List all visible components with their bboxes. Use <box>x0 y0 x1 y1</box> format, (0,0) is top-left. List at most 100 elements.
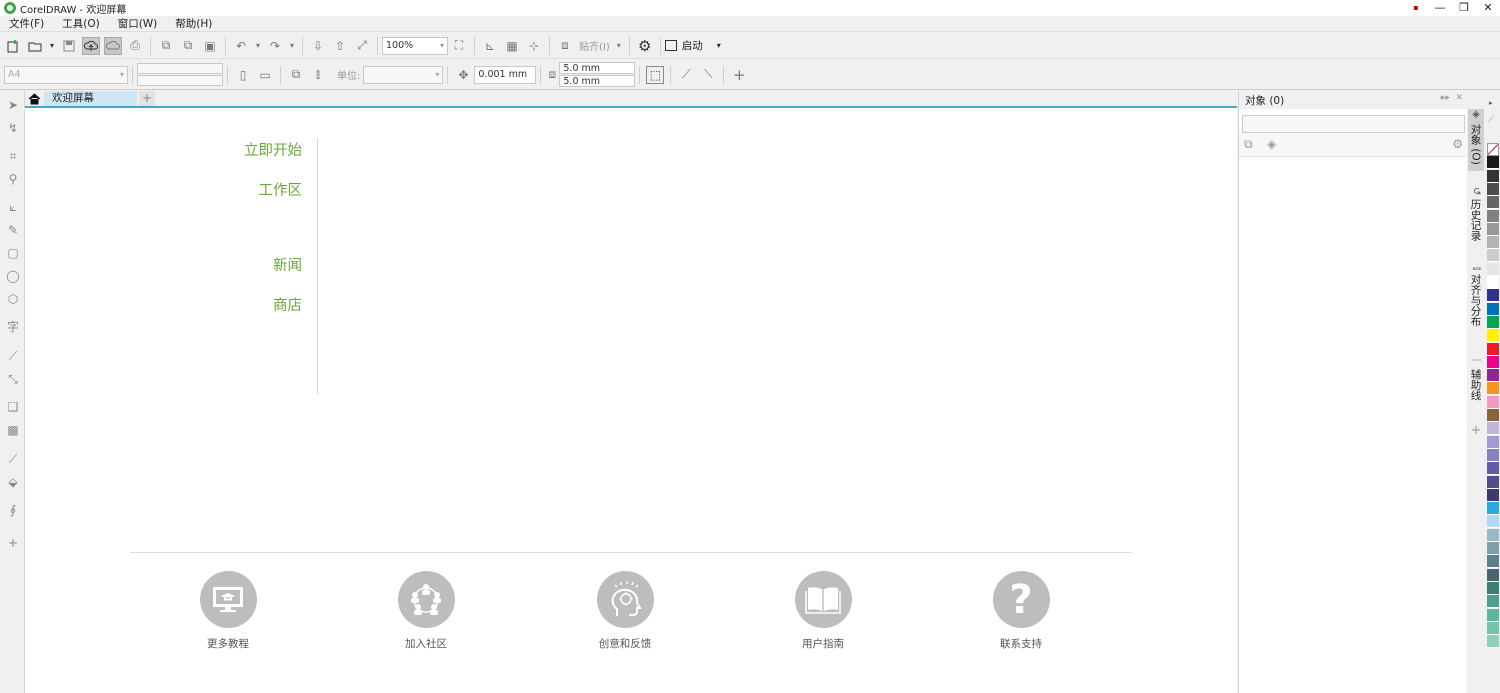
quick-link-support[interactable]: ? 联系支持 <box>961 571 1081 651</box>
color-swatch[interactable] <box>1487 621 1499 635</box>
artistic-media-icon[interactable]: ✎ <box>5 222 21 238</box>
dimension-tool-icon[interactable]: ⟋ <box>5 348 21 364</box>
paste-icon[interactable]: ▣ <box>201 37 219 55</box>
close-icon[interactable]: ✕ <box>1476 0 1500 16</box>
shadow-tool-icon[interactable]: ❑ <box>5 399 21 415</box>
gear-icon[interactable]: ⚙ <box>636 37 654 55</box>
print-icon[interactable]: ⎙ <box>126 37 144 55</box>
menu-tools[interactable]: 工具(O) <box>62 16 99 31</box>
new-layer-icon[interactable]: ⧉ <box>1244 137 1253 152</box>
grid-icon[interactable]: ▦ <box>503 37 521 55</box>
pick-tool-icon[interactable]: ➤ <box>5 97 21 113</box>
quick-link-user-guide[interactable]: 用户指南 <box>763 571 883 651</box>
nav-workspace[interactable]: 工作区 <box>259 179 303 200</box>
restore-icon[interactable]: ❐ <box>1452 0 1476 16</box>
add-docker-icon[interactable]: + <box>1468 423 1484 438</box>
color-swatch[interactable] <box>1487 315 1499 329</box>
tab-objects[interactable]: ◈ 对象 (O) <box>1468 109 1484 171</box>
new-tab-icon[interactable]: + <box>139 91 155 106</box>
export-icon[interactable]: ⇧ <box>331 37 349 55</box>
quick-link-tutorials[interactable]: 更多教程 <box>168 571 288 651</box>
color-swatch[interactable] <box>1487 435 1499 449</box>
color-swatch[interactable] <box>1487 222 1499 236</box>
treat-as-filled-icon[interactable]: ⟍ <box>699 66 717 84</box>
color-swatch[interactable] <box>1487 528 1499 542</box>
full-screen-icon[interactable]: ⛶ <box>450 37 468 55</box>
rulers-icon[interactable]: ⊾ <box>481 37 499 55</box>
launch-button[interactable]: 启动 ▾ <box>664 38 721 53</box>
color-swatch[interactable] <box>1487 502 1499 516</box>
add-tool-icon[interactable]: + <box>5 535 21 551</box>
tab-welcome-screen[interactable]: 欢迎屏幕 <box>44 91 137 106</box>
landscape-icon[interactable]: ▭ <box>256 66 274 84</box>
color-swatch[interactable] <box>1487 143 1499 156</box>
docker-controls[interactable]: ▸▸ ✕ <box>1441 93 1463 103</box>
color-swatch[interactable] <box>1487 302 1499 316</box>
color-swatch[interactable] <box>1487 475 1499 489</box>
color-swatch[interactable] <box>1487 249 1499 263</box>
tab-history[interactable]: ↺ 历史记录 <box>1468 187 1484 249</box>
all-pages-icon[interactable]: ⧉ <box>287 66 305 84</box>
connector-tool-icon[interactable]: ⤡ <box>5 371 21 387</box>
nudge-distance-field[interactable]: 0.001 mm <box>474 65 537 84</box>
color-swatch[interactable] <box>1487 635 1499 649</box>
tab-align-distribute[interactable]: ⫾ 对齐与分布 <box>1468 267 1484 341</box>
palette-scroll-up-icon[interactable]: ▸ <box>1489 99 1493 107</box>
color-swatch[interactable] <box>1487 395 1499 409</box>
color-swatch[interactable] <box>1487 169 1499 183</box>
color-swatch[interactable] <box>1487 209 1499 223</box>
nav-store[interactable]: 商店 <box>273 294 302 315</box>
color-swatch[interactable] <box>1487 382 1499 396</box>
quick-link-community[interactable]: 加入社区 <box>366 571 486 651</box>
menu-file[interactable]: 文件(F) <box>9 16 44 31</box>
guidelines-icon[interactable]: ⊹ <box>525 37 543 55</box>
color-swatch[interactable] <box>1487 289 1499 303</box>
home-icon[interactable] <box>25 91 43 106</box>
color-swatch[interactable] <box>1487 156 1499 170</box>
color-swatch[interactable] <box>1487 448 1499 462</box>
menu-window[interactable]: 窗口(W) <box>118 16 158 31</box>
new-document-icon[interactable] <box>4 37 22 55</box>
nav-news[interactable]: 新闻 <box>273 254 302 275</box>
color-swatch[interactable] <box>1487 276 1499 289</box>
quick-link-feedback[interactable]: 创意和反馈 <box>565 571 685 651</box>
color-swatch[interactable] <box>1487 422 1499 436</box>
cloud-share-icon[interactable] <box>104 36 122 55</box>
current-page-icon[interactable]: ⫾ <box>309 66 327 84</box>
redo-icon[interactable]: ↷ <box>266 37 284 55</box>
publish-icon[interactable]: ⤢ <box>353 37 371 55</box>
chevron-down-icon[interactable]: ▾ <box>48 37 56 55</box>
open-folder-icon[interactable] <box>26 37 44 55</box>
import-icon[interactable]: ⇩ <box>309 37 327 55</box>
units-select[interactable]: ▾ <box>363 65 444 84</box>
snap-to-label[interactable]: 贴齐(I) <box>579 38 610 53</box>
polygon-tool-icon[interactable]: ⬡ <box>5 291 21 307</box>
page-size-select[interactable]: A4 ▾ <box>4 65 128 84</box>
dup-x-field[interactable]: 5.0 mm <box>559 62 636 74</box>
treat-as-filled-icon[interactable]: ⟋ <box>677 66 695 84</box>
color-swatch[interactable] <box>1487 342 1499 356</box>
text-tool-icon[interactable]: 字 <box>5 319 21 335</box>
color-swatch[interactable] <box>1487 568 1499 582</box>
color-swatch[interactable] <box>1487 196 1499 210</box>
color-swatch[interactable] <box>1487 515 1499 529</box>
layers-icon[interactable]: ◈ <box>1267 137 1276 151</box>
shape-tool-icon[interactable]: ↯ <box>5 120 21 136</box>
color-swatch[interactable] <box>1487 409 1499 422</box>
color-swatch[interactable] <box>1487 581 1499 595</box>
fill-tool-icon[interactable]: ⬙ <box>5 474 21 490</box>
page-height-field[interactable] <box>137 75 223 86</box>
cut-icon[interactable]: ⧉ <box>157 37 175 55</box>
menu-help[interactable]: 帮助(H) <box>175 16 212 31</box>
chevron-down-icon[interactable]: ▾ <box>288 37 296 55</box>
color-swatch[interactable] <box>1487 608 1499 622</box>
chevron-down-icon[interactable]: ▾ <box>615 37 623 55</box>
color-swatch[interactable] <box>1487 329 1499 343</box>
transparency-tool-icon[interactable]: ▩ <box>5 422 21 438</box>
minimize-icon[interactable]: — <box>1428 0 1452 16</box>
color-swatch[interactable] <box>1487 262 1499 276</box>
crop-tool-icon[interactable]: ⌗ <box>5 148 21 164</box>
copy-icon[interactable]: ⧉ <box>179 37 197 55</box>
eyedropper-tool-icon[interactable]: ⟋ <box>5 451 21 467</box>
tab-guidelines[interactable]: ⋮ 辅助线 <box>1468 355 1484 411</box>
